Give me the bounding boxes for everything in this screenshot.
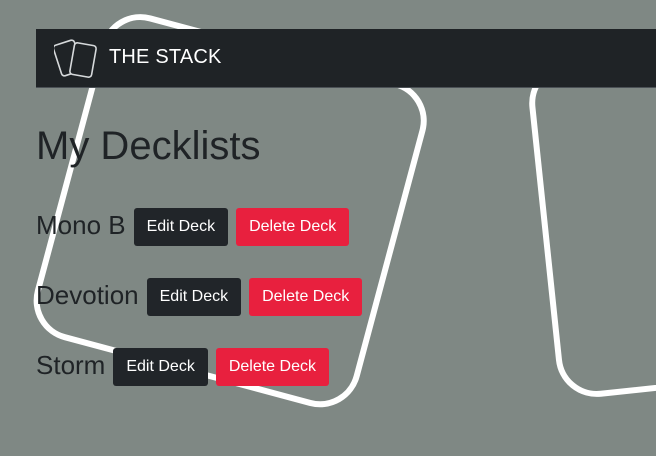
deck-name: Devotion (36, 280, 139, 310)
background-card-right (529, 43, 656, 397)
deck-row: Devotion Edit Deck Delete Deck (36, 278, 363, 316)
page-title: My Decklists (36, 124, 261, 168)
deck-name: Storm (36, 350, 106, 380)
delete-deck-button[interactable]: Delete Deck (249, 278, 363, 316)
card-stack-icon[interactable] (54, 36, 102, 80)
navbar: THE STACK (36, 29, 656, 88)
delete-deck-button[interactable]: Delete Deck (236, 208, 350, 246)
brand-title[interactable]: THE STACK (109, 45, 222, 69)
deck-row: Mono B Edit Deck Delete Deck (36, 208, 350, 246)
deck-name: Mono B (36, 210, 126, 240)
deck-row: Storm Edit Deck Delete Deck (36, 348, 329, 386)
edit-deck-button[interactable]: Edit Deck (113, 348, 208, 386)
delete-deck-button[interactable]: Delete Deck (215, 348, 329, 386)
edit-deck-button[interactable]: Edit Deck (133, 208, 229, 246)
edit-deck-button[interactable]: Edit Deck (146, 278, 242, 316)
